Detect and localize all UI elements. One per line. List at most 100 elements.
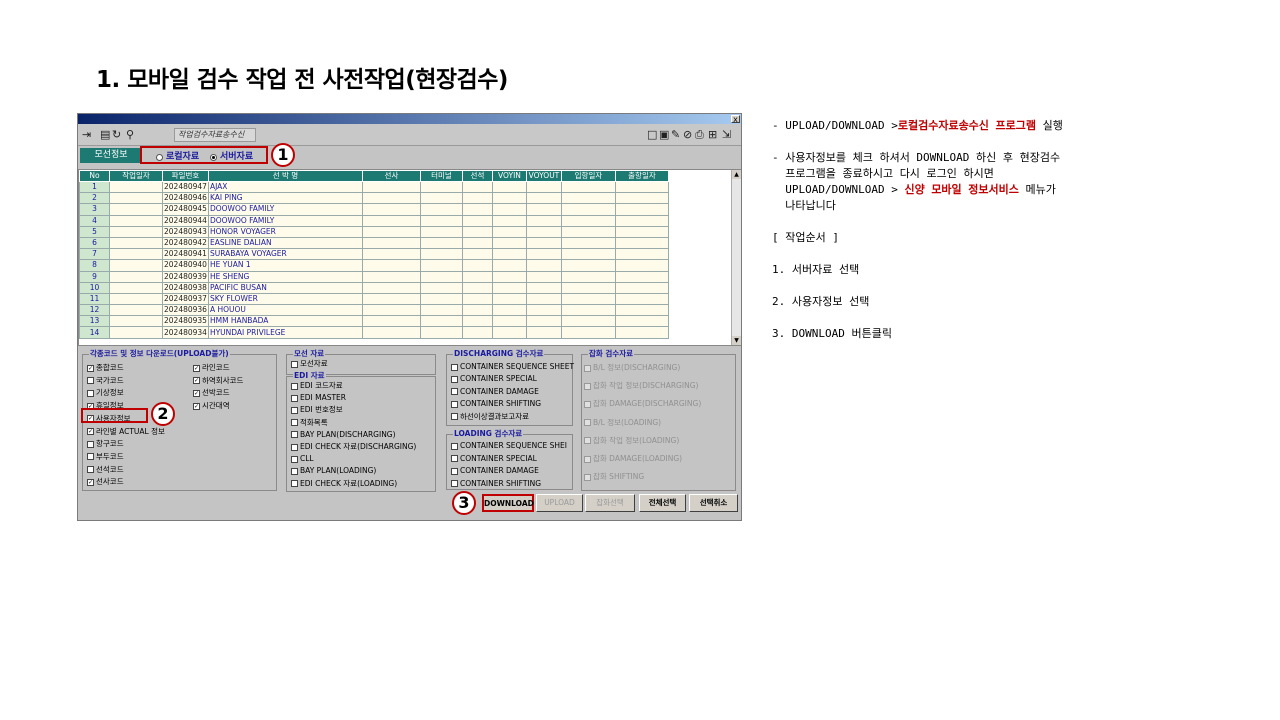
ship-name-cell[interactable]: HMM HANBADA xyxy=(207,315,363,328)
empty-cell[interactable] xyxy=(525,225,562,238)
cancel-icon[interactable]: ⊘ xyxy=(683,129,692,140)
empty-cell[interactable] xyxy=(560,315,616,328)
checkbox-icon[interactable] xyxy=(584,473,591,481)
empty-cell[interactable] xyxy=(525,180,562,194)
empty-cell[interactable] xyxy=(525,203,562,216)
refresh-icon[interactable]: ↻ xyxy=(112,129,121,140)
empty-cell[interactable] xyxy=(361,326,421,339)
checkbox-icon[interactable] xyxy=(291,406,298,414)
empty-cell[interactable] xyxy=(461,225,493,238)
empty-cell[interactable] xyxy=(525,292,562,306)
grid-header-cell[interactable]: 입항일자 xyxy=(560,170,616,182)
ship-name-cell[interactable]: HE SHENG xyxy=(207,270,363,283)
empty-cell[interactable] xyxy=(560,326,616,339)
empty-cell[interactable] xyxy=(419,203,463,216)
row-number-cell[interactable]: 10 xyxy=(79,281,110,294)
row-number-cell[interactable]: 8 xyxy=(79,259,110,272)
empty-cell[interactable] xyxy=(419,270,463,283)
checkbox-item[interactable]: CONTAINER SPECIAL xyxy=(451,374,537,384)
empty-cell[interactable] xyxy=(525,248,562,261)
empty-cell[interactable] xyxy=(109,225,163,238)
table-row[interactable]: 7 202480941 SURABAYA VOYAGER xyxy=(79,248,669,261)
checkbox-icon[interactable] xyxy=(87,440,94,448)
checkbox-icon[interactable] xyxy=(291,382,298,390)
empty-cell[interactable] xyxy=(419,236,463,250)
scroll-down-icon[interactable]: ▼ xyxy=(732,336,741,345)
checkbox-item[interactable]: ✓ 시간대역 xyxy=(193,401,230,411)
empty-cell[interactable] xyxy=(560,270,616,283)
checkbox-item[interactable]: BAY PLAN(LOADING) xyxy=(291,466,376,476)
empty-cell[interactable] xyxy=(525,192,562,205)
checkbox-item[interactable]: 선석코드 xyxy=(87,465,124,475)
checkbox-item[interactable]: ✓ 선사코드 xyxy=(87,477,124,487)
checkbox-item[interactable]: CONTAINER DAMAGE xyxy=(451,466,539,476)
empty-cell[interactable] xyxy=(361,236,421,250)
grid-header-cell[interactable]: 선석 xyxy=(461,170,493,182)
checkbox-checked-icon[interactable]: ✓ xyxy=(193,377,200,385)
empty-cell[interactable] xyxy=(361,304,421,317)
empty-cell[interactable] xyxy=(109,248,163,261)
checkbox-icon[interactable] xyxy=(584,419,591,427)
radio-server-data[interactable]: 서버자료 xyxy=(210,150,253,164)
row-number-cell[interactable]: 13 xyxy=(79,315,110,328)
table-row[interactable]: 5 202480943 HONOR VOYAGER xyxy=(79,225,669,238)
checkbox-item[interactable]: 항구코드 xyxy=(87,439,124,449)
empty-cell[interactable] xyxy=(461,180,493,194)
empty-cell[interactable] xyxy=(419,259,463,272)
checkbox-item[interactable]: CONTAINER DAMAGE xyxy=(451,387,539,397)
checkbox-item[interactable]: CONTAINER SEQUENCE SHEET xyxy=(451,362,574,372)
ship-name-cell[interactable]: SKY FLOWER xyxy=(207,292,363,306)
empty-cell[interactable] xyxy=(109,203,163,216)
table-row[interactable]: 4 202480944 DOOWOO FAMILY xyxy=(79,214,669,227)
row-number-cell[interactable]: 9 xyxy=(79,270,110,283)
empty-cell[interactable] xyxy=(491,192,527,205)
empty-cell[interactable] xyxy=(461,315,493,328)
row-number-cell[interactable]: 11 xyxy=(79,292,110,306)
empty-cell[interactable] xyxy=(461,281,493,294)
table-row[interactable]: 13 202480935 HMM HANBADA xyxy=(79,315,669,328)
exit-icon[interactable]: ⇥ xyxy=(82,129,91,140)
checkbox-icon[interactable] xyxy=(584,437,591,445)
empty-cell[interactable] xyxy=(461,292,493,306)
checkbox-checked-icon[interactable]: ✓ xyxy=(193,402,200,410)
checkbox-icon[interactable] xyxy=(451,388,458,396)
checkbox-icon[interactable] xyxy=(584,400,591,408)
checkbox-item[interactable]: 적화목록 xyxy=(291,418,328,428)
empty-cell[interactable] xyxy=(614,270,669,283)
download-button[interactable]: DOWNLOAD xyxy=(482,494,534,512)
checkbox-item[interactable]: 부두코드 xyxy=(87,452,124,462)
select-all-button[interactable]: 전체선택 xyxy=(639,494,686,512)
empty-cell[interactable] xyxy=(109,192,163,205)
empty-cell[interactable] xyxy=(461,236,493,250)
upload-button[interactable]: UPLOAD xyxy=(536,494,583,512)
checkbox-icon[interactable] xyxy=(291,455,298,463)
checkbox-item[interactable]: BAY PLAN(DISCHARGING) xyxy=(291,430,396,440)
checkbox-item[interactable]: CONTAINER SPECIAL xyxy=(451,454,537,464)
empty-cell[interactable] xyxy=(419,248,463,261)
checkbox-icon[interactable] xyxy=(451,467,458,475)
checkbox-item[interactable]: CLL xyxy=(291,454,314,464)
empty-cell[interactable] xyxy=(491,270,527,283)
empty-cell[interactable] xyxy=(491,259,527,272)
empty-cell[interactable] xyxy=(614,259,669,272)
grid-header-cell[interactable]: 선 박 명 xyxy=(207,170,363,182)
search-icon[interactable]: ⚲ xyxy=(126,129,134,140)
checkbox-icon[interactable] xyxy=(451,455,458,462)
empty-cell[interactable] xyxy=(560,236,616,250)
empty-cell[interactable] xyxy=(361,315,421,328)
empty-cell[interactable] xyxy=(614,214,669,227)
checkbox-item[interactable]: 기상정보 xyxy=(87,388,124,398)
empty-cell[interactable] xyxy=(560,248,616,261)
ship-name-cell[interactable]: SURABAYA VOYAGER xyxy=(207,248,363,261)
empty-cell[interactable] xyxy=(361,203,421,216)
row-number-cell[interactable]: 6 xyxy=(79,236,110,250)
checkbox-icon[interactable] xyxy=(291,467,298,475)
file-number-cell[interactable]: 202480943 xyxy=(162,225,209,238)
checkbox-item[interactable]: 잡화 DAMAGE(LOADING) xyxy=(584,454,682,464)
empty-cell[interactable] xyxy=(560,292,616,306)
row-number-cell[interactable]: 2 xyxy=(79,192,110,205)
new-file-icon[interactable]: □ xyxy=(647,129,657,140)
save-icon[interactable]: ▣ xyxy=(659,129,669,140)
grid-header-cell[interactable]: 터미널 xyxy=(419,170,463,182)
table-row[interactable]: 11 202480937 SKY FLOWER xyxy=(79,292,669,306)
